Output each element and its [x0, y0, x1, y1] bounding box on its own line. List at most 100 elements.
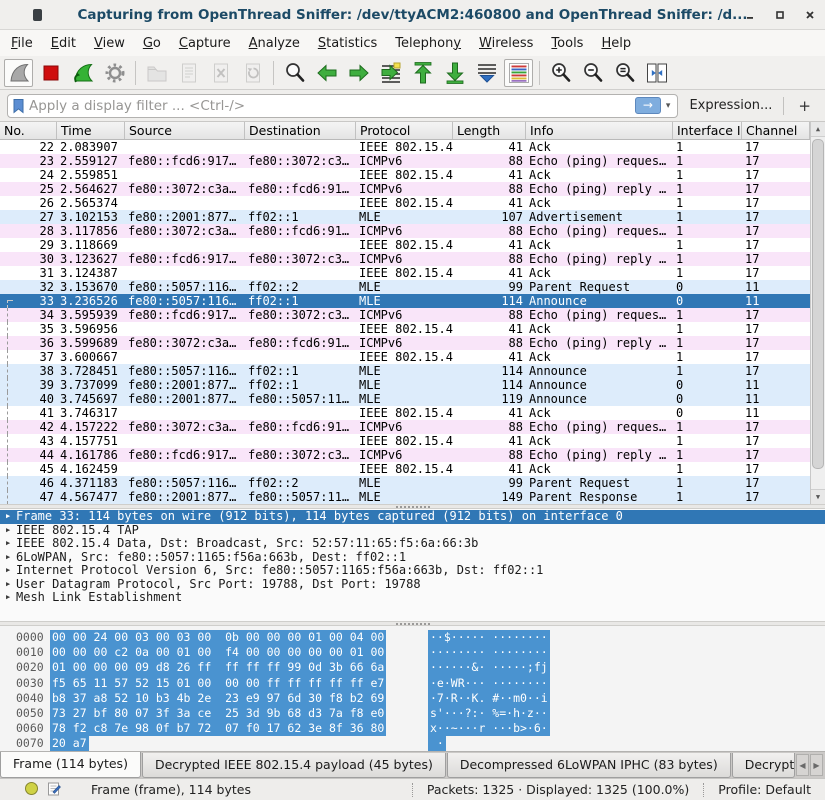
restart-capture-button[interactable]	[68, 59, 97, 87]
scroll-up-button[interactable]: ▲	[811, 122, 825, 137]
ascii-bytes[interactable]: ······&· ·····;fj	[428, 660, 550, 675]
byte-view-tab[interactable]: Decompressed 6LoWPAN IPHC (83 bytes)	[447, 753, 731, 778]
capture-comment-button[interactable]	[47, 781, 61, 799]
auto-scroll-button[interactable]	[472, 59, 501, 87]
close-button[interactable]	[803, 8, 817, 22]
packet-row-30[interactable]: 303.123627fe80::fcd6:917…fe80::3072:c3…I…	[0, 252, 810, 266]
ascii-bytes[interactable]: x··~···r ···b>·6·	[428, 721, 550, 736]
menu-go[interactable]: Go	[134, 32, 170, 55]
ascii-bytes[interactable]: ········ ········	[428, 645, 550, 660]
column-header-time[interactable]: Time	[57, 122, 125, 139]
byte-view-tab[interactable]: Decrypted ML	[732, 753, 795, 778]
tab-scroll-right-button[interactable]: ▶	[810, 754, 823, 776]
find-packet-button[interactable]	[280, 59, 309, 87]
packet-row-37[interactable]: 373.600667IEEE 802.15.441Ack117	[0, 350, 810, 364]
hex-bytes[interactable]: b8 37 a8 52 10 b3 4b 2e 23 e9 97 6d 30 f…	[50, 691, 386, 706]
column-header-info[interactable]: Info	[526, 122, 673, 139]
colorize-packets-button[interactable]	[504, 59, 533, 87]
detail-row[interactable]: ▶IEEE 802.15.4 Data, Dst: Broadcast, Src…	[0, 537, 825, 551]
display-filter-input[interactable]	[29, 98, 631, 114]
expand-arrow-icon[interactable]: ▶	[6, 537, 16, 551]
packet-row-33[interactable]: 333.236526fe80::5057:116…ff02::1MLE114An…	[0, 294, 810, 308]
detail-row[interactable]: ▶Mesh Link Establishment	[0, 591, 825, 605]
packet-row-25[interactable]: 252.564627fe80::3072:c3a…fe80::fcd6:91…I…	[0, 182, 810, 196]
hex-row-0030[interactable]: 0030f5 65 11 57 52 15 01 00 00 00 ff ff …	[0, 676, 825, 691]
packet-row-44[interactable]: 444.161786fe80::fcd6:917…fe80::3072:c3…I…	[0, 448, 810, 462]
menu-view[interactable]: View	[85, 32, 134, 55]
column-header-interface-id[interactable]: Interface ID	[673, 122, 742, 139]
menu-file[interactable]: File	[2, 32, 42, 55]
menu-edit[interactable]: Edit	[42, 32, 85, 55]
hex-row-0050[interactable]: 005073 27 bf 80 07 3f 3a ce 25 3d 9b 68 …	[0, 706, 825, 721]
menu-analyze[interactable]: Analyze	[240, 32, 309, 55]
zoom-original-button[interactable]	[610, 59, 639, 87]
ascii-bytes[interactable]: ·7·R··K. #··m0··i	[428, 691, 550, 706]
packet-row-41[interactable]: 413.746317IEEE 802.15.441Ack011	[0, 406, 810, 420]
detail-row[interactable]: ▶User Datagram Protocol, Src Port: 19788…	[0, 578, 825, 592]
expand-arrow-icon[interactable]: ▶	[6, 524, 16, 538]
hex-bytes[interactable]: 73 27 bf 80 07 3f 3a ce 25 3d 9b 68 d3 7…	[50, 706, 386, 721]
packet-row-24[interactable]: 242.559851IEEE 802.15.441Ack117	[0, 168, 810, 182]
packet-row-42[interactable]: 424.157222fe80::3072:c3a…fe80::fcd6:91…I…	[0, 420, 810, 434]
detail-row[interactable]: ▶Frame 33: 114 bytes on wire (912 bits),…	[0, 510, 825, 524]
hex-bytes[interactable]: 78 f2 c8 7e 98 0f b7 72 07 f0 17 62 3e 8…	[50, 721, 386, 736]
column-header-length[interactable]: Length	[453, 122, 526, 139]
packet-row-40[interactable]: 403.745697fe80::2001:877…fe80::5057:11…M…	[0, 392, 810, 406]
hex-bytes[interactable]: 00 00 00 c2 0a 00 01 00 f4 00 00 00 00 0…	[50, 645, 386, 660]
packet-row-32[interactable]: 323.153670fe80::5057:116…ff02::2MLE99Par…	[0, 280, 810, 294]
previous-packet-button[interactable]	[312, 59, 341, 87]
hex-bytes[interactable]: f5 65 11 57 52 15 01 00 00 00 ff ff ff f…	[50, 676, 386, 691]
detail-row[interactable]: ▶6LoWPAN, Src: fe80::5057:1165:f56a:663b…	[0, 551, 825, 565]
packet-row-22[interactable]: 222.083907IEEE 802.15.441Ack117	[0, 140, 810, 154]
hex-row-0010[interactable]: 001000 00 00 c2 0a 00 01 00 f4 00 00 00 …	[0, 645, 825, 660]
minimize-button[interactable]	[743, 8, 757, 22]
add-filter-button[interactable]: +	[791, 97, 818, 115]
goto-packet-button[interactable]	[376, 59, 405, 87]
detail-row[interactable]: ▶Internet Protocol Version 6, Src: fe80:…	[0, 564, 825, 578]
ascii-bytes[interactable]: ··$····· ········	[428, 630, 550, 645]
stop-capture-button[interactable]	[36, 59, 65, 87]
detail-row[interactable]: ▶IEEE 802.15.4 TAP	[0, 524, 825, 538]
apply-filter-button[interactable]: →	[635, 97, 661, 114]
ascii-bytes[interactable]: ·	[428, 736, 446, 751]
hex-bytes[interactable]: 20 a7	[50, 736, 89, 751]
column-header-protocol[interactable]: Protocol	[356, 122, 453, 139]
first-packet-button[interactable]	[408, 59, 437, 87]
hex-row-0040[interactable]: 0040b8 37 a8 52 10 b3 4b 2e 23 e9 97 6d …	[0, 691, 825, 706]
packet-row-47[interactable]: 474.567477fe80::2001:877…fe80::5057:11…M…	[0, 490, 810, 504]
byte-view-tab[interactable]: Decrypted IEEE 802.15.4 payload (45 byte…	[142, 753, 446, 778]
ascii-bytes[interactable]: s'···?:· %=·h·z··	[428, 706, 550, 721]
hex-bytes[interactable]: 01 00 00 00 09 d8 26 ff ff ff ff 99 0d 3…	[50, 660, 386, 675]
next-packet-button[interactable]	[344, 59, 373, 87]
capture-options-button[interactable]	[100, 59, 129, 87]
hex-row-0060[interactable]: 006078 f2 c8 7e 98 0f b7 72 07 f0 17 62 …	[0, 721, 825, 736]
packet-row-38[interactable]: 383.728451fe80::5057:116…ff02::1MLE114An…	[0, 364, 810, 378]
packet-row-28[interactable]: 283.117856fe80::3072:c3a…fe80::fcd6:91…I…	[0, 224, 810, 238]
expand-arrow-icon[interactable]: ▶	[6, 510, 16, 524]
menu-telephony[interactable]: Telephony	[386, 32, 470, 55]
resize-columns-button[interactable]	[642, 59, 671, 87]
expression-button[interactable]: Expression...	[685, 98, 776, 113]
hex-row-0070[interactable]: 007020 a7 ·	[0, 736, 825, 751]
hex-row-0000[interactable]: 000000 00 24 00 03 00 03 00 0b 00 00 00 …	[0, 630, 825, 645]
packet-row-29[interactable]: 293.118669IEEE 802.15.441Ack117	[0, 238, 810, 252]
scrollbar-thumb[interactable]	[812, 139, 824, 469]
maximize-button[interactable]	[773, 8, 787, 22]
column-header-channel[interactable]: Channel	[742, 122, 810, 139]
status-profile[interactable]: Profile: Default	[712, 782, 817, 797]
menu-capture[interactable]: Capture	[170, 32, 240, 55]
menu-wireless[interactable]: Wireless	[470, 32, 542, 55]
scroll-down-button[interactable]: ▼	[811, 489, 825, 504]
column-header-no[interactable]: No.	[0, 122, 57, 139]
zoom-out-button[interactable]	[578, 59, 607, 87]
expert-info-button[interactable]	[24, 781, 39, 799]
packet-row-43[interactable]: 434.157751IEEE 802.15.441Ack117	[0, 434, 810, 448]
packet-row-39[interactable]: 393.737099fe80::2001:877…ff02::1MLE114An…	[0, 378, 810, 392]
byte-view-tab[interactable]: Frame (114 bytes)	[0, 752, 141, 778]
packet-row-36[interactable]: 363.599689fe80::3072:c3a…fe80::fcd6:91…I…	[0, 336, 810, 350]
column-header-destination[interactable]: Destination	[245, 122, 356, 139]
expand-arrow-icon[interactable]: ▶	[6, 564, 16, 578]
expand-arrow-icon[interactable]: ▶	[6, 591, 16, 605]
packet-row-31[interactable]: 313.124387IEEE 802.15.441Ack117	[0, 266, 810, 280]
column-header-source[interactable]: Source	[125, 122, 245, 139]
